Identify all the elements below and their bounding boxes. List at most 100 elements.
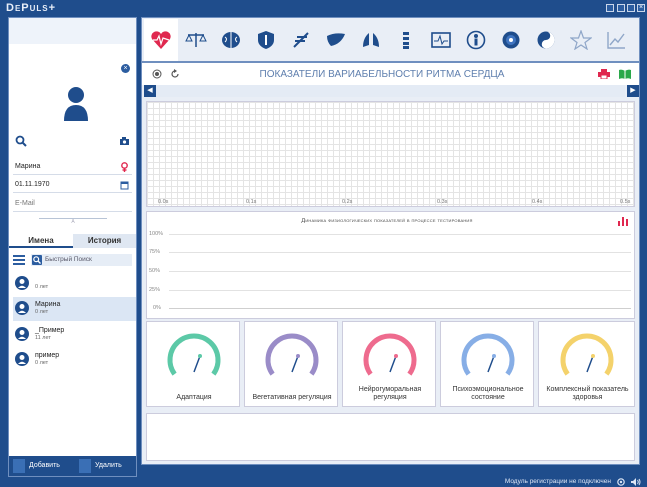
module-energy[interactable] [494,19,528,61]
speaker-icon[interactable] [631,478,641,486]
user-avatar-icon [64,87,88,121]
gauge-needle [291,355,299,373]
email-placeholder: E-Mail [15,200,35,207]
patient-row[interactable]: Марина 0 лет [13,297,136,321]
lungs-icon [363,33,379,47]
module-yin-yang[interactable] [529,19,563,61]
gender-female-icon[interactable] [120,162,129,172]
module-immunity[interactable] [249,19,283,61]
gauge-hub [492,354,496,358]
name-value: Марина [15,163,41,170]
gauge-arc [363,333,417,376]
birthdate-field[interactable]: 01.11.1970 [13,177,132,193]
module-balance[interactable] [179,19,213,61]
search-icon [32,255,42,265]
settings-window-button[interactable] [606,4,614,12]
gauge-label: Психоэмоциональное состояние [452,386,524,401]
bar-chart-icon[interactable] [618,216,628,226]
gauge-hub [394,354,398,358]
patient-row[interactable]: 0 лет [13,272,136,296]
scroll-left-button[interactable]: ◀ [144,85,156,97]
chart-icon [607,32,625,49]
list-view-icon[interactable] [13,255,25,265]
patient-row[interactable]: _Пример 11 лет [13,323,136,347]
gauge-neurohumoral[interactable]: Нейрогуморальная регуляция [342,321,436,407]
settings-icon[interactable] [617,478,625,486]
rhythmogram-grid [146,101,635,207]
gauge-hub [296,354,300,358]
book-icon[interactable] [619,69,631,79]
module-ecg[interactable] [424,19,458,61]
module-liver[interactable] [319,19,353,61]
y-tick: 0% [153,305,161,311]
conclusion-panel [146,413,635,461]
patient-row[interactable]: пример 0 лет [13,348,136,372]
module-statistics[interactable] [599,19,633,61]
dynamics-chart: Динамика физиологических показателей в п… [146,211,635,319]
gauge-vegetative[interactable]: Вегетативная регуляция [244,321,338,407]
close-button[interactable]: × [637,4,645,12]
add-label: Добавить [29,462,60,469]
module-posture[interactable] [459,19,493,61]
gauge-health-index[interactable]: Комплексный показатель здоровья [538,321,635,407]
yin-yang-icon [537,31,555,49]
tab-names[interactable]: Имена [9,234,73,248]
gridline [169,290,631,291]
gauge-arc [560,333,614,376]
spine-icon [403,32,409,49]
gauge-needle [586,355,594,373]
module-heart-rhythm[interactable] [144,19,178,61]
delete-patient-button[interactable]: Удалить [79,459,135,473]
gauge-needle [389,355,397,373]
gauge-dial [265,333,319,376]
ecg-monitor-icon [431,32,451,48]
gauge-arc [265,333,319,376]
search-row: Быстрый Поиск [13,254,132,266]
scroll-right-button[interactable]: ▶ [627,85,639,97]
gauge-label: Вегетативная регуляция [252,394,332,401]
maximize-button[interactable] [627,4,635,12]
email-field[interactable]: E-Mail [13,196,132,212]
print-icon[interactable] [598,69,610,79]
time-tick: 0.3s [437,199,448,205]
title-bar: DePuls+ × [0,0,647,16]
gauge-label: Комплексный показатель здоровья [546,386,629,401]
gauge-dial [167,333,221,376]
gauge-psychoemotional[interactable]: Психоэмоциональное состояние [440,321,534,407]
add-patient-button[interactable]: Добавить [13,459,75,473]
panel-footer: Добавить Удалить [9,456,136,476]
module-lungs[interactable] [354,19,388,61]
profile-card: × [13,44,132,168]
gridline [169,252,631,253]
gauge-label: Адаптация [176,394,212,401]
gauge-arc [461,333,515,376]
module-brain[interactable] [214,19,248,61]
search-icon[interactable] [15,135,27,147]
timeline-scrollbar[interactable] [156,85,625,97]
name-field[interactable]: Марина [13,159,132,175]
gauge-adaptation[interactable]: Адаптация [146,321,240,407]
tab-history[interactable]: История [73,234,136,248]
patient-panel: × Марина 01.11.1970 E-Mail A Имена Истор… [8,17,137,477]
clear-profile-icon[interactable]: × [121,64,130,73]
module-spine[interactable] [389,19,423,61]
calendar-icon[interactable] [120,180,129,190]
stomach-icon [293,32,309,48]
patient-name: _Пример [35,327,65,334]
camera-icon[interactable] [119,136,130,147]
patient-name: Марина [35,301,61,308]
module-stomach[interactable] [284,19,318,61]
add-user-icon [13,459,25,473]
quick-search-input[interactable]: Быстрый Поиск [31,254,132,266]
page-title: ПОКАЗАТЕЛИ ВАРИАБЕЛЬНОСТИ РИТМА СЕРДЦА [259,69,505,80]
record-icon[interactable] [152,69,162,79]
status-bar: Модуль регистрации не подключен [0,477,647,487]
refresh-icon[interactable] [170,69,180,79]
module-star[interactable] [564,19,598,61]
gauge-needle [193,355,201,373]
body-circle-icon [466,30,486,50]
divider-letter: A [71,219,75,225]
minimize-button[interactable] [617,4,625,12]
patient-age: 0 лет [35,284,49,290]
patient-name: пример [35,352,60,359]
